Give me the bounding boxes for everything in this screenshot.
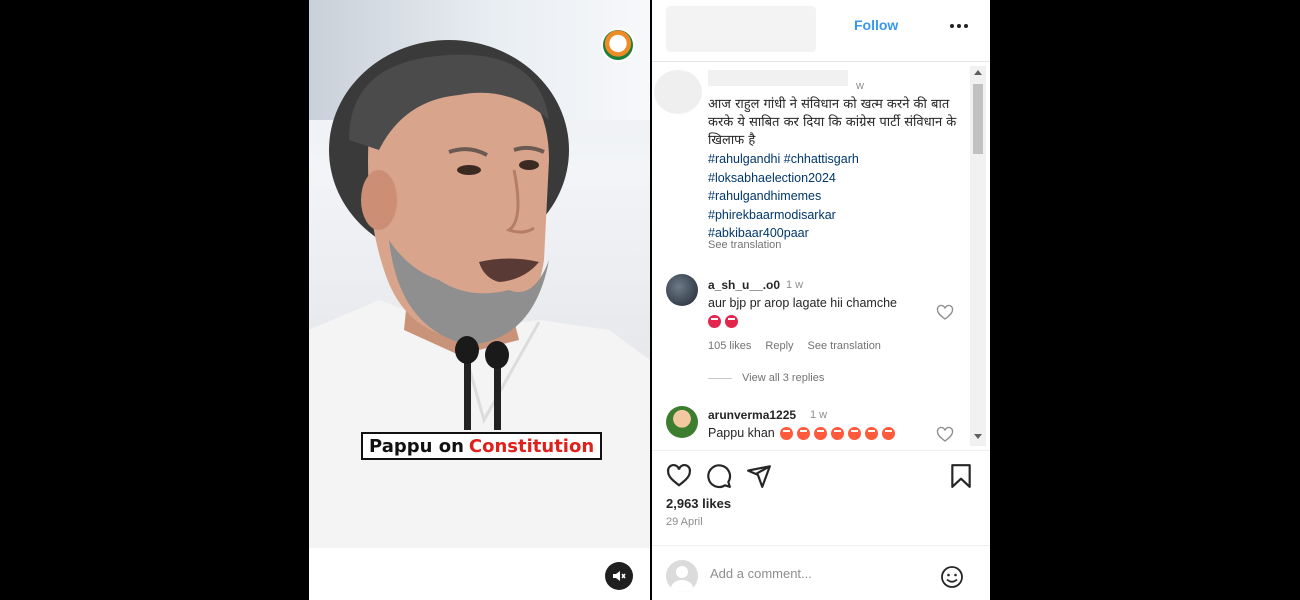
commenter-username[interactable]: arunverma1225 (708, 408, 796, 422)
scrollbar-thumb[interactable] (973, 84, 983, 154)
likes-count[interactable]: 2,963 likes (666, 496, 731, 511)
comment-emojis (708, 315, 738, 328)
commenter-username[interactable]: a_sh_u__.o0 (708, 278, 780, 292)
comment-emojis (780, 427, 895, 440)
mute-icon (613, 571, 626, 581)
emoji-icon (865, 427, 878, 440)
divider (708, 377, 732, 379)
comment-input[interactable] (710, 566, 940, 581)
bookmark-icon[interactable] (948, 463, 974, 489)
heart-icon[interactable] (666, 463, 692, 489)
comment-meta: 105 likes Reply See translation (708, 340, 881, 352)
post-header: Follow (652, 0, 990, 62)
comment-time: 1 w (810, 409, 828, 421)
comment-icon[interactable] (706, 463, 732, 489)
video-caption: Pappu on Constitution (361, 432, 603, 460)
hashtag[interactable]: #rahulgandhi #chhattisgarh (708, 150, 958, 169)
emoji-icon (780, 427, 793, 440)
see-translation-link[interactable]: See translation (808, 340, 881, 352)
hashtag-list: #rahulgandhi #chhattisgarh #loksabhaelec… (708, 150, 958, 243)
caption-white-text: Pappu on (369, 435, 464, 457)
reply-button[interactable]: Reply (765, 340, 793, 352)
brand-logo (601, 28, 635, 62)
hashtag[interactable]: #rahulgandhimemes (708, 187, 958, 206)
author-username-blurred (708, 70, 848, 86)
more-icon (950, 24, 954, 28)
commenter-avatar[interactable] (666, 406, 698, 438)
post-date: 29 April (666, 516, 703, 528)
comments-scroll-area[interactable]: w आज राहुल गांधी ने संविधान को खत्म करने… (652, 66, 990, 446)
view-replies-button[interactable]: View all 3 replies (708, 372, 824, 384)
comment-text: Pappu khan (708, 426, 775, 440)
post-media[interactable]: Pappu on Constitution (309, 0, 650, 600)
comment-like-icon[interactable] (936, 304, 954, 322)
post-actions: 2,963 likes 29 April (652, 450, 990, 540)
hashtag[interactable]: #loksabhaelection2024 (708, 169, 958, 188)
follow-button[interactable]: Follow (854, 17, 898, 33)
more-options-button[interactable] (950, 20, 970, 32)
emoji-icon (725, 315, 738, 328)
mute-button[interactable] (605, 562, 633, 590)
comment-like-icon[interactable] (936, 426, 954, 444)
emoji-icon (708, 315, 721, 328)
comment-text: aur bjp pr arop lagate hii chamche (708, 296, 898, 310)
hashtag[interactable]: #phirekbaarmodisarkar (708, 206, 958, 225)
see-translation-link[interactable]: See translation (708, 239, 781, 251)
view-replies-label: View all 3 replies (742, 372, 825, 384)
speaker-photo (309, 40, 650, 548)
author-avatar-blurred (654, 70, 702, 114)
add-comment-bar (652, 545, 990, 600)
emoji-icon (882, 427, 895, 440)
commenter-avatar[interactable] (666, 274, 698, 306)
media-footer (309, 548, 650, 600)
emoji-icon (831, 427, 844, 440)
post-side-panel: Follow w आज राहुल गांधी ने संविधान को खत… (652, 0, 990, 600)
scroll-up-arrow-icon[interactable] (974, 70, 982, 75)
emoji-icon (848, 427, 861, 440)
comment-time: 1 w (786, 279, 804, 291)
emoji-icon[interactable] (940, 565, 964, 589)
share-icon[interactable] (746, 463, 772, 489)
comments-scrollbar[interactable] (970, 66, 986, 446)
author-info-blurred (666, 6, 816, 52)
post-caption: आज राहुल गांधी ने संविधान को खत्म करने क… (708, 97, 957, 148)
emoji-icon (814, 427, 827, 440)
current-user-avatar (666, 560, 698, 592)
emoji-icon (797, 427, 810, 440)
comment-likes[interactable]: 105 likes (708, 340, 751, 352)
scroll-down-arrow-icon[interactable] (974, 434, 982, 439)
caption-red-text: Constitution (468, 435, 595, 457)
caption-time: w (856, 80, 864, 92)
